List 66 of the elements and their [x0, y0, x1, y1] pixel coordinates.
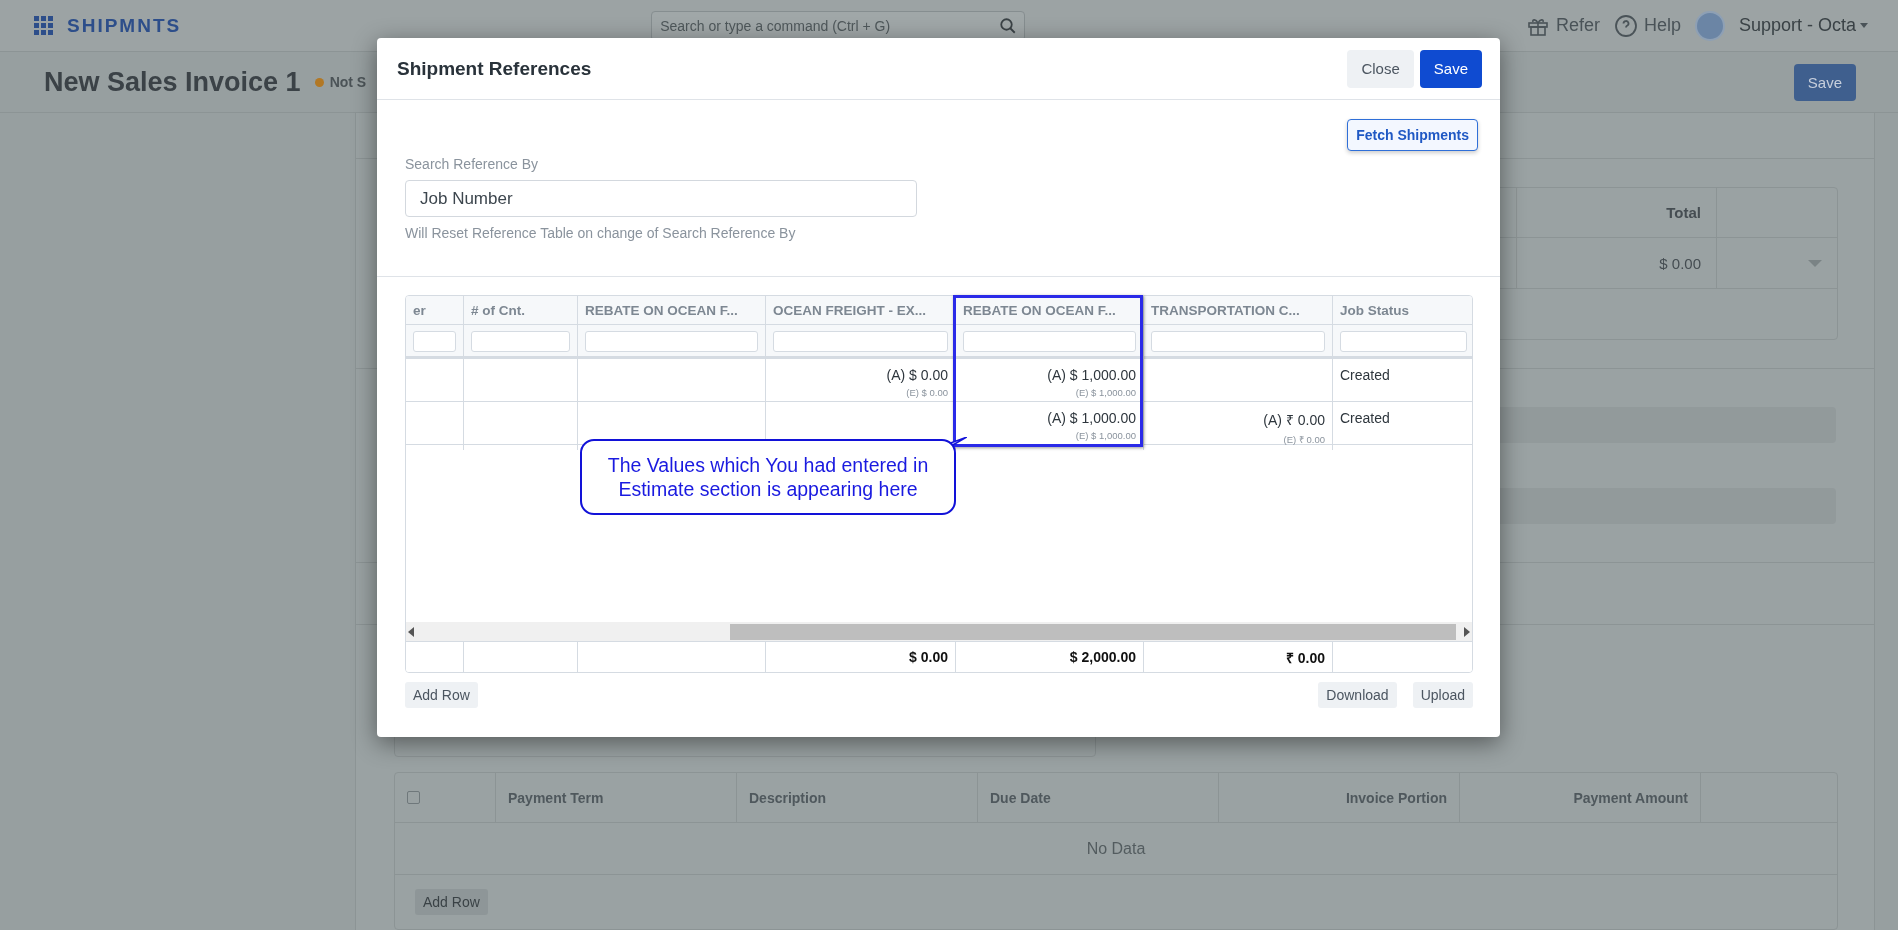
status-text: Not S	[329, 74, 367, 90]
column-filter-field[interactable]	[471, 331, 570, 352]
estimate-amount: (E) $ 1,000.00	[1074, 430, 1136, 441]
column-filter-field[interactable]	[1340, 331, 1467, 352]
column-total: ₹ 0.00	[1284, 648, 1325, 667]
horizontal-scrollbar[interactable]	[406, 622, 1472, 642]
footer-button[interactable]: Download	[1318, 682, 1397, 708]
scrollbar-thumb[interactable]	[730, 623, 1456, 640]
column-total: $ 0.00	[908, 649, 948, 665]
nav-link[interactable]: Refer	[1525, 13, 1600, 38]
cell-text: Created	[1340, 367, 1391, 383]
apps-grid-icon[interactable]	[34, 16, 53, 35]
column-filter-field[interactable]	[773, 331, 948, 352]
status-dot	[314, 77, 324, 87]
column-header: OCEAN FREIGHT - EX...	[765, 296, 955, 324]
column-header: Job Status	[1332, 296, 1472, 324]
column-header: Payment Term	[495, 773, 736, 822]
add-row-button[interactable]: Add Row	[415, 889, 488, 915]
column-filter-field[interactable]	[963, 331, 1136, 352]
column-total: $ 2,000.00	[1068, 649, 1136, 665]
field-label: Search Reference By	[405, 156, 540, 172]
column-header: er	[412, 301, 427, 320]
column-filter-field[interactable]	[1151, 331, 1325, 352]
search-reference-field[interactable]: Job Number	[405, 180, 917, 217]
nav-link[interactable]: Help	[1613, 13, 1681, 38]
help-icon	[1613, 13, 1638, 38]
scroll-left-icon[interactable]	[408, 626, 414, 637]
search-icon	[999, 16, 1018, 35]
save-button[interactable]: Save	[1419, 49, 1482, 88]
estimate-amount: (E) ₹ 0.00	[1282, 433, 1325, 446]
close-button[interactable]: Close	[1347, 49, 1414, 88]
caret-icon	[1860, 23, 1868, 28]
column-header: Description	[736, 773, 977, 822]
actual-amount: (A) $ 1,000.00	[1046, 367, 1136, 383]
dropdown-caret-icon[interactable]	[1808, 259, 1822, 267]
brand-logo[interactable]: SHIPMNTS	[67, 14, 182, 37]
checkbox[interactable]	[407, 791, 420, 804]
column-header: Total	[1516, 188, 1716, 238]
save-button[interactable]: Save	[1793, 63, 1856, 101]
column-header: Invoice Portion	[1218, 773, 1459, 822]
footer-button[interactable]: Upload	[1412, 682, 1473, 708]
fetch-shipments-button[interactable]: Fetch Shipments	[1347, 119, 1478, 151]
search-field[interactable]: Search or type a command (Ctrl + G)	[651, 10, 1026, 41]
field-help-text: Will Reset Reference Table on change of Search Reference By	[405, 225, 797, 241]
actual-amount: (A) ₹ 0.00	[1262, 411, 1325, 429]
avatar-circle[interactable]	[1694, 10, 1725, 41]
actual-amount: (A) $ 0.00	[885, 367, 948, 383]
user-menu[interactable]: Support - Octa	[1738, 15, 1856, 36]
footer-button[interactable]: Add Row	[405, 682, 478, 708]
scroll-right-icon[interactable]	[1464, 626, 1470, 637]
column-header: # of Cnt.	[463, 296, 577, 324]
cell-text: Created	[1340, 410, 1391, 426]
estimate-amount: (E) $ 1,000.00	[1074, 387, 1136, 398]
column-header: Due Date	[977, 773, 1218, 822]
table-cell: $ 0.00	[1516, 238, 1716, 289]
estimate-amount: (E) $ 0.00	[905, 387, 948, 398]
column-header: REBATE ON OCEAN F...	[577, 296, 765, 324]
column-header: Payment Amount	[1459, 773, 1700, 822]
column-filter-field[interactable]	[585, 331, 758, 352]
dialog-title: Shipment References	[397, 57, 592, 80]
actual-amount: (A) $ 1,000.00	[1046, 410, 1136, 426]
empty-message: No Data	[395, 823, 1837, 875]
callout-note: The Values which You had entered in Estimate section is appearing here	[580, 439, 956, 515]
column-header: TRANSPORTATION C...	[1143, 296, 1332, 324]
page-title: New Sales Invoice 1	[44, 66, 301, 98]
column-filter-field[interactable]	[413, 331, 456, 352]
